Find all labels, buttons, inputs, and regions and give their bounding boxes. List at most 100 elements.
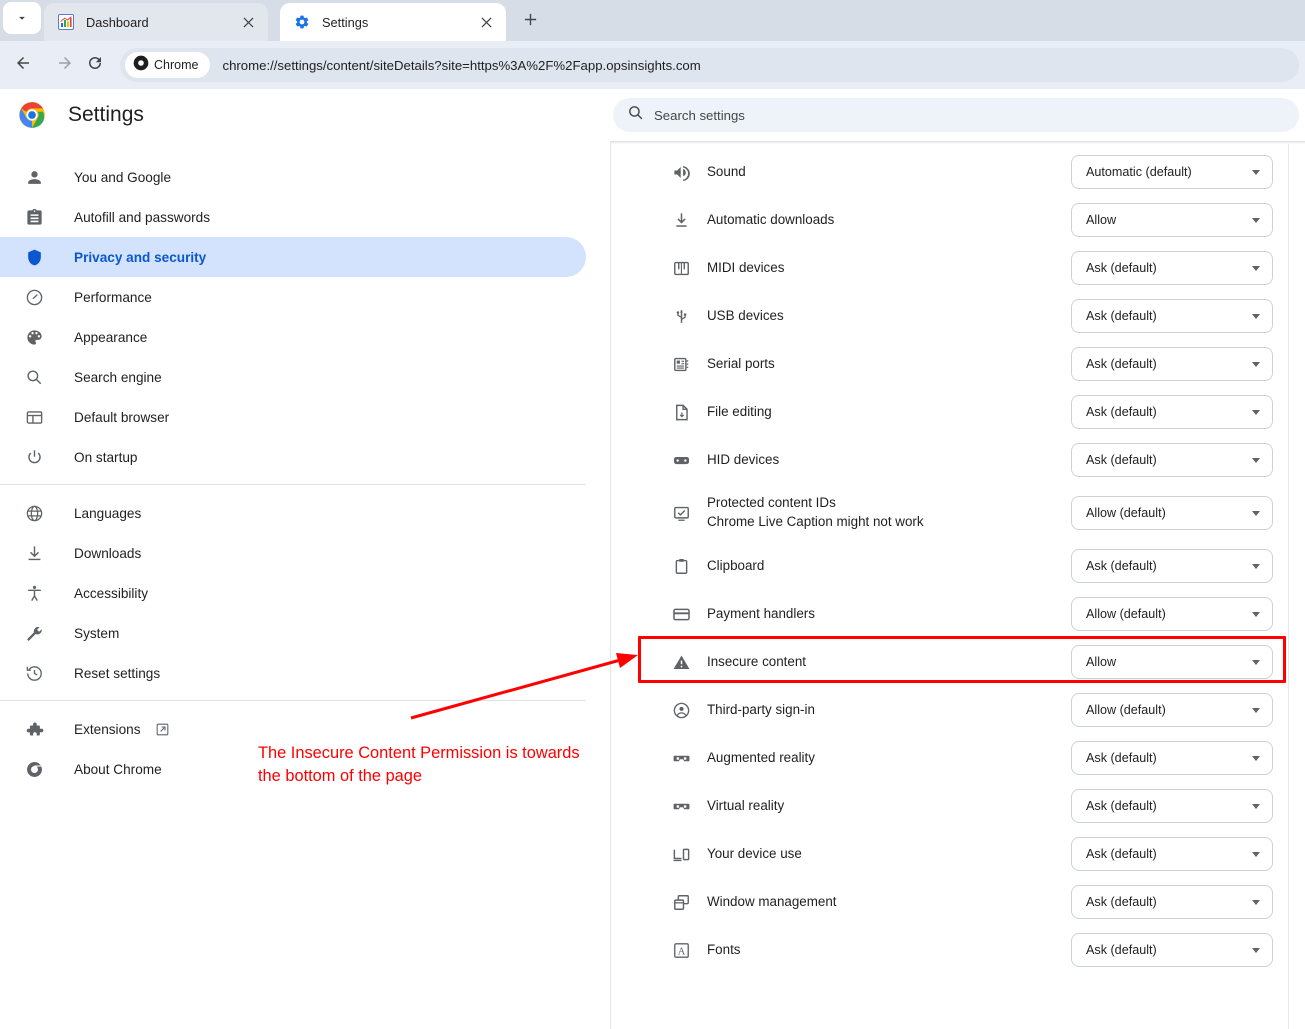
permission-select[interactable]: Ask (default): [1071, 837, 1273, 871]
chevron-down-icon: [1252, 218, 1260, 223]
sidebar-item-label: Performance: [74, 290, 152, 305]
sidebar-item-label: About Chrome: [74, 762, 162, 777]
sidebar-item-system[interactable]: System: [0, 613, 586, 653]
sidebar-item-appearance[interactable]: Appearance: [0, 317, 586, 357]
permission-select[interactable]: Ask (default): [1071, 443, 1273, 477]
search-input[interactable]: Search settings: [613, 98, 1299, 132]
permission-row-file-editing[interactable]: File editing Ask (default): [611, 388, 1288, 436]
permission-row-insecure-content[interactable]: Insecure content Allow: [611, 638, 1288, 686]
permission-row-protected-content-ids[interactable]: Protected content IDs Chrome Live Captio…: [611, 484, 1288, 542]
sidebar-item-on-startup[interactable]: On startup: [0, 437, 586, 477]
sidebar-item-you-and-google[interactable]: You and Google: [0, 157, 586, 197]
permission-row-usb-devices[interactable]: USB devices Ask (default): [611, 292, 1288, 340]
permission-row-midi-devices[interactable]: MIDI devices Ask (default): [611, 244, 1288, 292]
sidebar-item-performance[interactable]: Performance: [0, 277, 586, 317]
new-tab-button[interactable]: [516, 8, 544, 36]
reload-button[interactable]: [80, 50, 110, 80]
forward-button[interactable]: [50, 50, 80, 80]
chevron-down-icon: [1252, 511, 1260, 516]
sidebar-item-reset-settings[interactable]: Reset settings: [0, 653, 586, 693]
chrome-circle-icon: [24, 759, 44, 779]
permission-select[interactable]: Ask (default): [1071, 549, 1273, 583]
permission-select[interactable]: Allow: [1071, 645, 1273, 679]
sidebar-item-privacy-and-security[interactable]: Privacy and security: [0, 237, 586, 277]
chevron-down-icon: [1252, 900, 1260, 905]
close-icon[interactable]: [238, 12, 258, 32]
permission-label: Virtual reality: [707, 798, 784, 813]
sidebar-item-downloads[interactable]: Downloads: [0, 533, 586, 573]
permission-select[interactable]: Ask (default): [1071, 299, 1273, 333]
chrome-chip-label: Chrome: [154, 58, 198, 72]
permission-row-your-device-use[interactable]: Your device use Ask (default): [611, 830, 1288, 878]
tab-settings[interactable]: Settings: [280, 3, 506, 41]
permission-row-third-party-sign-in[interactable]: Third-party sign-in Allow (default): [611, 686, 1288, 734]
permission-select[interactable]: Automatic (default): [1071, 155, 1273, 189]
permission-label: Payment handlers: [707, 606, 815, 621]
plus-icon: [523, 12, 538, 32]
bar-chart-favicon: [58, 14, 74, 30]
tab-title: Dashboard: [86, 15, 149, 30]
sidebar-item-default-browser[interactable]: Default browser: [0, 397, 586, 437]
permission-label-wrap: Fonts: [707, 941, 741, 959]
midi-icon: [670, 259, 692, 278]
sidebar-item-label: Languages: [74, 506, 141, 521]
permission-label-wrap: HID devices: [707, 451, 779, 469]
permission-label-wrap: USB devices: [707, 307, 784, 325]
sidebar-item-about-chrome[interactable]: About Chrome: [0, 749, 586, 789]
ar-goggles-icon: [670, 749, 692, 768]
permission-select[interactable]: Ask (default): [1071, 933, 1273, 967]
permission-select[interactable]: Ask (default): [1071, 789, 1273, 823]
permission-select[interactable]: Allow (default): [1071, 693, 1273, 727]
sidebar-item-autofill-and-passwords[interactable]: Autofill and passwords: [0, 197, 586, 237]
permission-select[interactable]: Allow (default): [1071, 597, 1273, 631]
permission-select[interactable]: Ask (default): [1071, 741, 1273, 775]
permission-select[interactable]: Ask (default): [1071, 251, 1273, 285]
external-link-icon: [155, 722, 170, 737]
tab-search-button[interactable]: [3, 2, 41, 34]
permission-select-value: Automatic (default): [1086, 165, 1192, 179]
permission-row-virtual-reality[interactable]: Virtual reality Ask (default): [611, 782, 1288, 830]
sidebar-item-label: Accessibility: [74, 586, 148, 601]
permission-row-clipboard[interactable]: Clipboard Ask (default): [611, 542, 1288, 590]
address-bar[interactable]: Chrome chrome://settings/content/siteDet…: [120, 48, 1299, 82]
back-button[interactable]: [8, 50, 38, 80]
permission-row-augmented-reality[interactable]: Augmented reality Ask (default): [611, 734, 1288, 782]
permission-select-value: Ask (default): [1086, 405, 1157, 419]
sidebar-item-languages[interactable]: Languages: [0, 493, 586, 533]
permission-row-payment-handlers[interactable]: Payment handlers Allow (default): [611, 590, 1288, 638]
page-title: Settings: [68, 103, 144, 127]
puzzle-icon: [24, 719, 44, 739]
sidebar-item-accessibility[interactable]: Accessibility: [0, 573, 586, 613]
chevron-down-icon: [15, 11, 29, 25]
permission-row-fonts[interactable]: A Fonts Ask (default): [611, 926, 1288, 974]
permission-select[interactable]: Ask (default): [1071, 347, 1273, 381]
svg-text:A: A: [677, 946, 685, 957]
permission-label: Window management: [707, 894, 837, 909]
settings-page: Settings Search settings You and Google: [0, 89, 1305, 1029]
chrome-chip[interactable]: Chrome: [125, 52, 210, 78]
sidebar-item-label: Extensions: [74, 722, 141, 737]
permission-label: Insecure content: [707, 654, 806, 669]
sidebar-item-extensions[interactable]: Extensions: [0, 709, 586, 749]
sidebar-item-search-engine[interactable]: Search engine: [0, 357, 586, 397]
permission-label-wrap: Insecure content: [707, 653, 806, 671]
permission-select[interactable]: Ask (default): [1071, 395, 1273, 429]
browser-toolbar: Chrome chrome://settings/content/siteDet…: [0, 41, 1305, 89]
permission-row-automatic-downloads[interactable]: Automatic downloads Allow: [611, 196, 1288, 244]
chevron-down-icon: [1252, 708, 1260, 713]
permission-select[interactable]: Allow: [1071, 203, 1273, 237]
permission-label-wrap: Sound: [707, 163, 746, 181]
tab-dashboard[interactable]: Dashboard: [44, 3, 268, 41]
permission-row-hid-devices[interactable]: HID devices Ask (default): [611, 436, 1288, 484]
close-icon[interactable]: [476, 12, 496, 32]
permission-row-window-management[interactable]: Window management Ask (default): [611, 878, 1288, 926]
permission-row-serial-ports[interactable]: Serial ports Ask (default): [611, 340, 1288, 388]
serial-port-icon: [670, 355, 692, 374]
search-placeholder: Search settings: [654, 108, 745, 123]
permission-label-wrap: Virtual reality: [707, 797, 784, 815]
permission-select[interactable]: Ask (default): [1071, 885, 1273, 919]
permission-select-value: Ask (default): [1086, 799, 1157, 813]
permission-row-sound[interactable]: Sound Automatic (default): [611, 148, 1288, 196]
permission-select-value: Allow: [1086, 655, 1116, 669]
permission-select[interactable]: Allow (default): [1071, 496, 1273, 530]
